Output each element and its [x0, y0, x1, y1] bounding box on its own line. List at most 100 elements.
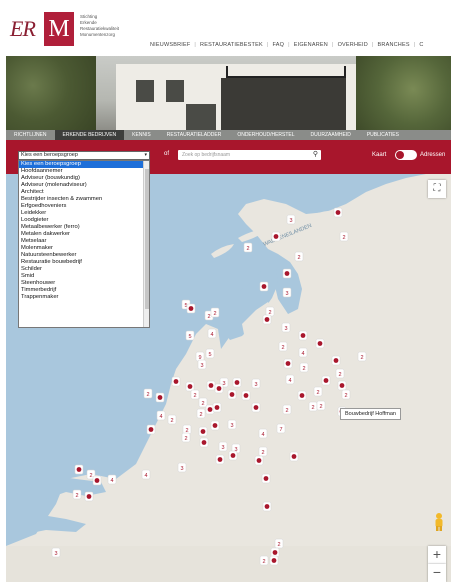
or-label: of	[164, 151, 170, 157]
map-marker-dot	[229, 392, 235, 397]
search-input[interactable]: Zoek op bedrijfsnaam ⚲	[178, 150, 321, 160]
map-marker-dot	[148, 427, 154, 432]
map-cluster-count: 4	[110, 478, 113, 484]
dropdown-option[interactable]: Metaalbewerker (ferro)	[19, 224, 149, 231]
dropdown-option[interactable]: Hoofdaannemer	[19, 168, 149, 175]
map-cluster-count: 2	[75, 493, 78, 499]
map-marker-dot	[335, 210, 341, 215]
beroepsgroep-dropdown-list[interactable]: Kies een beroepsgroep Hoofdaannemer Advise…	[18, 160, 150, 328]
map-cluster-count: 2	[360, 355, 363, 361]
dropdown-option[interactable]: Trappenmaker	[19, 294, 149, 301]
dropdown-option[interactable]: Timmerbedrijf	[19, 287, 149, 294]
hero-window	[166, 80, 184, 102]
erm-logo[interactable]: ER M	[10, 12, 78, 46]
map-cluster-count: 3	[285, 291, 288, 297]
map-marker-dot	[291, 454, 297, 459]
map-marker-dot	[339, 383, 345, 388]
map-marker-dot	[253, 405, 259, 410]
pegman-icon[interactable]	[432, 512, 446, 532]
hero-balcony	[226, 66, 346, 78]
dropdown-option[interactable]: Erfgoedhoveniers	[19, 203, 149, 210]
dropdown-scrollbar[interactable]	[143, 161, 149, 327]
scrollbar-thumb[interactable]	[145, 169, 149, 309]
tab-richtlijnen[interactable]: RICHTLIJNEN	[6, 130, 55, 140]
map-marker-dot	[264, 504, 270, 509]
map-marker-dot	[264, 317, 270, 322]
map-marker-dot	[173, 379, 179, 384]
map-marker-dot	[285, 361, 291, 366]
map-marker-dot	[94, 478, 100, 483]
map-cluster-count: 4	[288, 378, 291, 384]
logo-m: M	[44, 12, 74, 46]
map-marker-dot	[263, 476, 269, 481]
tab-onderhoud-herstel[interactable]: ONDERHOUD/HERSTEL	[229, 130, 302, 140]
map-cluster-count: 2	[262, 559, 265, 565]
nav-overheid[interactable]: OVERHEID	[338, 42, 368, 48]
map-cluster-count: 2	[285, 408, 288, 414]
nav-restauratiebestek[interactable]: RESTAURATIEBESTEK	[200, 42, 263, 48]
dropdown-option[interactable]: Leidekker	[19, 210, 149, 217]
map-marker-dot	[76, 467, 82, 472]
tab-restauratieladder[interactable]: RESTAURATIELADDER	[159, 130, 230, 140]
dropdown-option[interactable]: Adviseur (bouwkundig)	[19, 175, 149, 182]
nav-contact[interactable]: C	[419, 42, 423, 48]
map-marker-dot	[256, 458, 262, 463]
map-marker-dot	[157, 395, 163, 400]
chevron-down-icon: ▾	[144, 152, 147, 158]
dropdown-option[interactable]: Metselaar	[19, 238, 149, 245]
toggle-label-kaart: Kaart	[372, 152, 387, 158]
map-cluster-count: 7	[279, 427, 282, 433]
beroepsgroep-select[interactable]: Kies een beroepsgroep ▾	[18, 151, 150, 160]
view-toggle[interactable]	[395, 150, 417, 160]
map-marker-dot	[217, 457, 223, 462]
map-cluster-count: 2	[184, 436, 187, 442]
logo-line: Monumentenzorg	[80, 32, 116, 37]
nav-eigenaren[interactable]: EIGENAREN	[294, 42, 328, 48]
map-cluster-count: 2	[342, 235, 345, 241]
dropdown-option[interactable]: Schilder	[19, 266, 149, 273]
hero-trees-right	[356, 56, 451, 130]
nav-separator: |	[266, 42, 269, 48]
map-marker-dot	[216, 386, 222, 391]
nav-faq[interactable]: FAQ	[272, 42, 284, 48]
dropdown-option[interactable]: Architect	[19, 189, 149, 196]
search-icon[interactable]: ⚲	[313, 150, 318, 160]
nav-nieuwsbrief[interactable]: NIEUWSBRIEF	[150, 42, 190, 48]
map-cluster-count: 5	[188, 334, 191, 340]
map-cluster-count: 2	[297, 255, 300, 261]
top-navigation: NIEUWSBRIEF | RESTAURATIEBESTEK | FAQ | EIG…	[150, 42, 424, 48]
map-marker-dot	[230, 453, 236, 458]
hero-trees-left	[6, 56, 96, 130]
dropdown-option[interactable]: Metalen dakwerker	[19, 231, 149, 238]
tab-kennis[interactable]: KENNIS	[124, 130, 159, 140]
zoom-in-button[interactable]: +	[428, 546, 446, 564]
map-cluster-count: 2	[319, 404, 322, 410]
dropdown-option[interactable]: Adviseur (molenadviseur)	[19, 182, 149, 189]
dropdown-option[interactable]: Bestrijder insecten & zwammen	[19, 196, 149, 203]
map-marker-dot	[234, 380, 240, 385]
map-marker-dot	[271, 558, 277, 563]
dropdown-option[interactable]: Steenhouwer	[19, 280, 149, 287]
map-marker-dot	[317, 341, 323, 346]
tab-publicaties[interactable]: PUBLICATIES	[359, 130, 407, 140]
map-marker-dot	[86, 494, 92, 499]
dropdown-option[interactable]: Molenmaker	[19, 245, 149, 252]
dropdown-option[interactable]: Smid	[19, 273, 149, 280]
tab-duurzaamheid[interactable]: DUURZAAMHEID	[303, 130, 359, 140]
map-cluster-count: 2	[170, 418, 173, 424]
map-cluster-count: 3	[289, 218, 292, 224]
dropdown-option[interactable]: Restauratie bouwbedrijf	[19, 259, 149, 266]
tab-erkende-bedrijven[interactable]: ERKENDE BEDRIJVEN	[54, 130, 125, 140]
dropdown-option[interactable]: Natuursteenbewerker	[19, 252, 149, 259]
map-marker-dot	[261, 284, 267, 289]
map-cluster-count: 2	[146, 392, 149, 398]
map-marker-dot	[187, 384, 193, 389]
map-cluster-count: 2	[281, 345, 284, 351]
dropdown-option[interactable]: Kies een beroepsgroep	[19, 161, 149, 168]
dropdown-option[interactable]: Loodgieter	[19, 217, 149, 224]
fullscreen-button[interactable]: ⛶	[428, 180, 446, 198]
zoom-out-button[interactable]: −	[428, 564, 446, 582]
map-marker-dot	[208, 383, 214, 388]
nav-branches[interactable]: BRANCHES	[378, 42, 410, 48]
nav-separator: |	[371, 42, 374, 48]
